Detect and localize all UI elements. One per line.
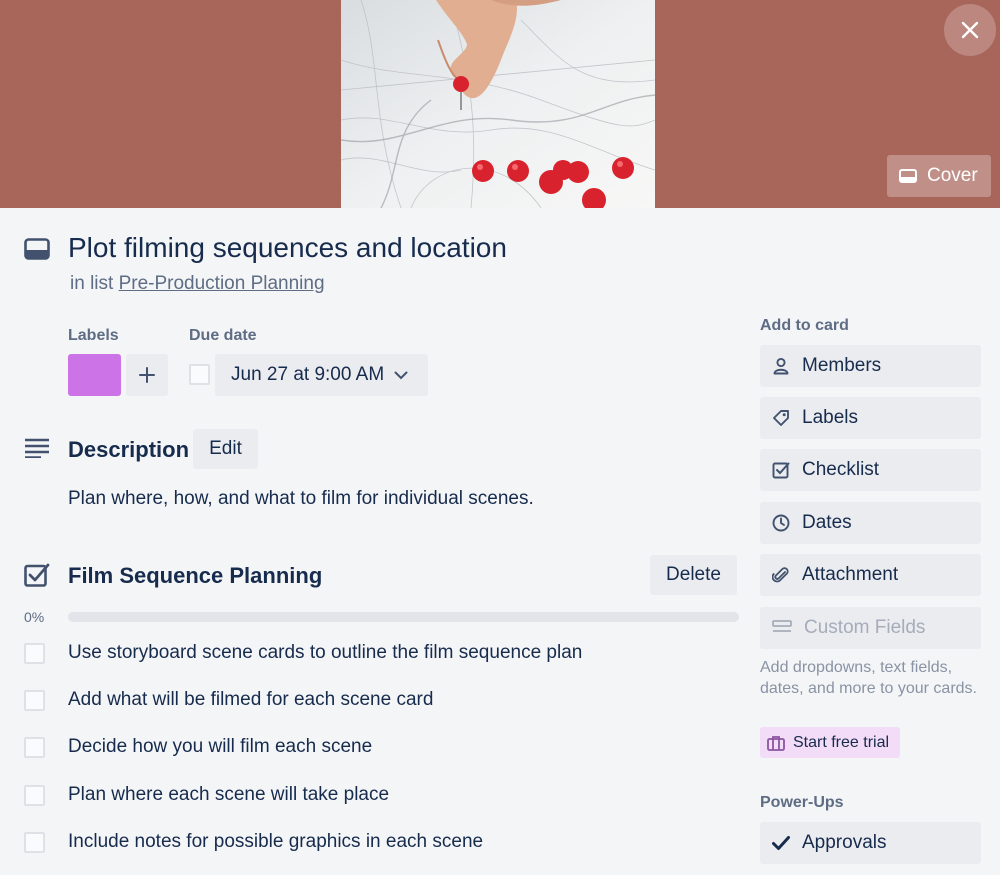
list-link[interactable]: Pre-Production Planning <box>119 273 325 294</box>
approvals-button-label: Approvals <box>802 832 887 853</box>
close-button[interactable] <box>944 4 996 56</box>
add-label-button[interactable] <box>126 354 168 396</box>
card-detail: Plot filming sequences and location in l… <box>0 208 1000 875</box>
card-icon <box>24 238 50 260</box>
description-edit-button[interactable]: Edit <box>193 429 258 469</box>
description-icon <box>25 438 49 458</box>
labels-button-label: Labels <box>802 407 858 428</box>
labels-button[interactable]: Labels <box>760 397 981 439</box>
start-free-trial-button[interactable]: Start free trial <box>760 727 900 758</box>
checklist-delete-button[interactable]: Delete <box>650 555 737 595</box>
briefcase-icon <box>767 735 785 751</box>
due-date-button[interactable]: Jun 27 at 9:00 AM <box>215 354 428 396</box>
close-icon <box>961 21 979 39</box>
checklist-item-checkbox[interactable] <box>24 831 45 853</box>
card-list-info: in list Pre-Production Planning <box>70 273 325 295</box>
checklist-button-label: Checklist <box>802 459 880 480</box>
checklist-item-checkbox[interactable] <box>24 736 45 758</box>
checkmark-icon <box>772 836 790 850</box>
custom-fields-button[interactable]: Custom Fields <box>760 607 981 649</box>
custom-fields-icon <box>772 620 792 632</box>
paperclip-icon <box>772 567 789 583</box>
chevron-down-icon <box>394 371 408 379</box>
custom-fields-note: Add dropdowns, text fields, dates, and m… <box>760 659 977 697</box>
checklist-item-checkbox[interactable] <box>24 642 45 664</box>
clock-icon <box>772 514 790 532</box>
checklist-item[interactable]: Include notes for possible graphics in e… <box>24 827 483 857</box>
due-date-value: Jun 27 at 9:00 AM <box>231 364 385 385</box>
checklist-item-checkbox[interactable] <box>24 689 45 711</box>
members-button[interactable]: Members <box>760 345 981 387</box>
card-cover-icon <box>899 169 917 183</box>
checklist-item-text[interactable]: Plan where each scene will take place <box>68 784 389 806</box>
members-button-label: Members <box>802 355 882 376</box>
checklist-item[interactable]: Use storyboard scene cards to outline th… <box>24 638 582 668</box>
tag-icon <box>773 410 789 426</box>
plus-icon <box>139 367 155 383</box>
attachment-button-label: Attachment <box>802 564 899 585</box>
card-cover: Cover <box>0 0 1000 208</box>
dates-button-label: Dates <box>802 512 852 533</box>
checklist-progress-bar <box>68 612 739 622</box>
person-icon <box>773 357 789 375</box>
checklist-icon <box>772 462 790 479</box>
card-title[interactable]: Plot filming sequences and location <box>68 232 507 264</box>
checklist-item-text[interactable]: Add what will be filmed for each scene c… <box>68 689 433 711</box>
labels-heading: Labels <box>68 327 119 344</box>
cover-button[interactable]: Cover <box>887 155 991 197</box>
label-chip[interactable] <box>68 354 121 396</box>
checklist-button[interactable]: Checklist <box>760 449 981 491</box>
checklist-item-checkbox[interactable] <box>24 784 45 806</box>
add-to-card-heading: Add to card <box>760 317 849 334</box>
description-text[interactable]: Plan where, how, and what to film for in… <box>68 488 534 510</box>
checklist-item-text[interactable]: Use storyboard scene cards to outline th… <box>68 642 582 664</box>
start-free-trial-label: Start free trial <box>793 733 890 751</box>
due-date-complete-checkbox[interactable] <box>189 364 210 385</box>
checklist-item-text[interactable]: Decide how you will film each scene <box>68 736 372 758</box>
dates-button[interactable]: Dates <box>760 502 981 544</box>
in-list-prefix: in list <box>70 273 114 294</box>
checklist-item[interactable]: Decide how you will film each scene <box>24 732 372 762</box>
checklist-item[interactable]: Add what will be filmed for each scene c… <box>24 685 433 715</box>
checklist-icon <box>24 563 50 587</box>
due-date-heading: Due date <box>189 327 257 344</box>
approvals-button[interactable]: Approvals <box>760 822 981 864</box>
cover-button-label: Cover <box>927 165 978 186</box>
checklist-item[interactable]: Plan where each scene will take place <box>24 780 389 810</box>
checklist-progress-percent: 0% <box>24 609 45 625</box>
custom-fields-button-label: Custom Fields <box>804 617 926 638</box>
power-ups-heading: Power-Ups <box>760 794 844 811</box>
description-heading: Description <box>68 437 190 462</box>
cover-image <box>341 0 655 208</box>
checklist-item-text[interactable]: Include notes for possible graphics in e… <box>68 831 483 853</box>
attachment-button[interactable]: Attachment <box>760 554 981 596</box>
checklist-title[interactable]: Film Sequence Planning <box>68 563 322 589</box>
